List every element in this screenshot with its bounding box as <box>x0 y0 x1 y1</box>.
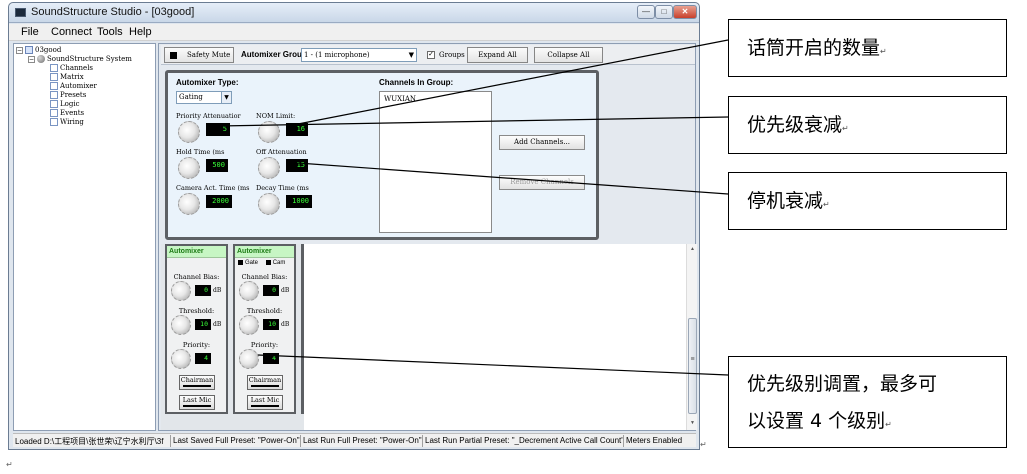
callout-nom-limit: 话筒开启的数量↵ <box>728 19 1007 77</box>
callout-priority-levels: 优先级别调置，最多可 以设置 4 个级别↵ <box>728 356 1007 448</box>
callout-line-off-attenuation <box>297 162 729 195</box>
callout-line-priority-attenuation <box>217 116 729 127</box>
callout-off-attenuation: 停机衰减↵ <box>728 172 1007 230</box>
callout-line-priority <box>257 354 729 376</box>
callout-priority-attenuation: 优先级衰减↵ <box>728 96 1007 154</box>
callout-line-nom-limit <box>297 39 729 125</box>
